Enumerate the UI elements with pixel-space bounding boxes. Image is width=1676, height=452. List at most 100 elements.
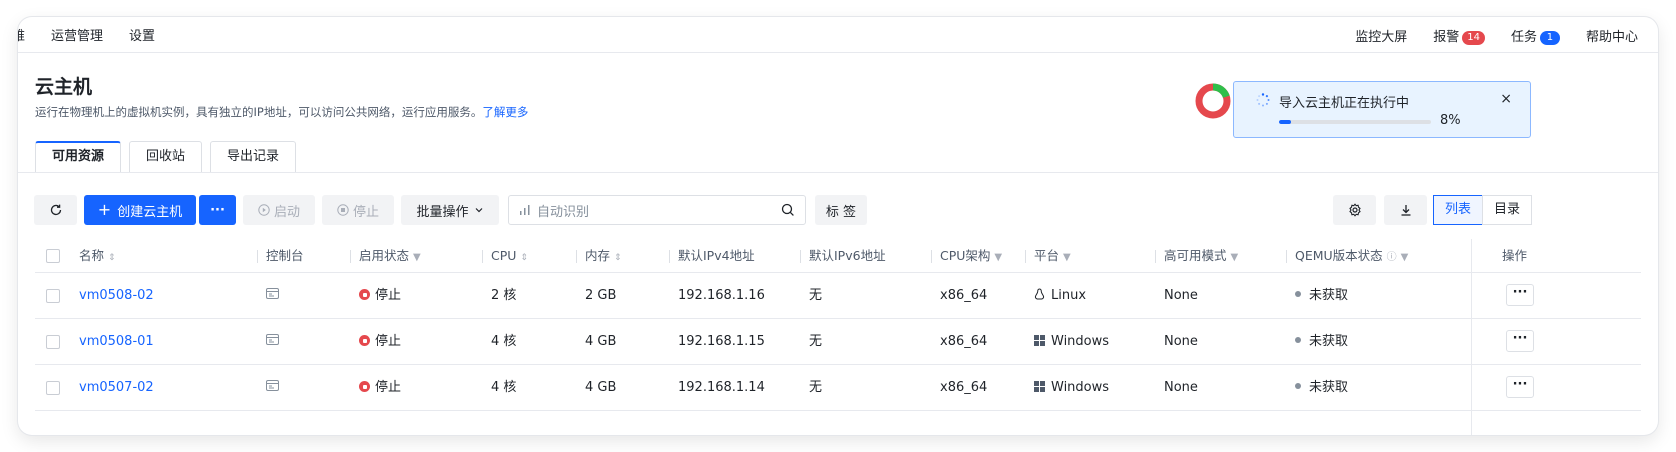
batch-operations-dropdown[interactable]: 批量操作	[401, 195, 499, 225]
progress-percent: 8%	[1440, 113, 1461, 128]
table-row[interactable]: vm0508-01 停止 4 核 4 GB 192.168.1.15 无 x86…	[35, 319, 1641, 365]
page-description: 运行在物理机上的虚拟机实例，具有独立的IP地址，可以访问公共网络，运行应用服务。…	[35, 104, 528, 120]
search-input[interactable]: 自动识别	[508, 195, 806, 225]
column-header-actions: 操作	[1502, 248, 1528, 263]
stop-button[interactable]: 停止	[322, 195, 394, 225]
search-placeholder: 自动识别	[537, 204, 590, 220]
batch-operations-label: 批量操作	[416, 204, 469, 220]
column-header-qemu-status[interactable]: QEMU版本状态 ⓘ ▼	[1286, 239, 1409, 273]
column-header-cpu[interactable]: CPU ⇕	[482, 239, 528, 273]
arch-cell: x86_64	[940, 334, 988, 349]
column-separator	[482, 250, 483, 263]
row-more-button[interactable]: ···	[1506, 330, 1534, 352]
alarm-link[interactable]: 报警 14	[1433, 26, 1485, 45]
tag-button[interactable]: 标 签	[815, 195, 867, 225]
select-all-checkbox[interactable]	[46, 249, 60, 263]
vm-name-link[interactable]: vm0508-02	[79, 273, 154, 319]
start-button[interactable]: 启动	[243, 195, 315, 225]
settings-button[interactable]	[1333, 195, 1376, 225]
task-count-badge: 1	[1539, 30, 1560, 45]
qemu-cell: 未获取	[1295, 319, 1348, 365]
create-vm-button[interactable]: + 创建云主机	[84, 195, 196, 225]
tab-available-resources[interactable]: 可用资源	[35, 141, 122, 173]
sort-icon[interactable]: ⇕	[108, 253, 116, 263]
tab-divider	[18, 172, 1658, 173]
column-header-console: 控制台	[257, 239, 304, 273]
column-separator	[576, 250, 577, 263]
table-row[interactable]: vm0508-02 停止 2 核 2 GB 192.168.1.16 无 x86…	[35, 273, 1641, 319]
terminal-icon	[266, 288, 279, 299]
row-more-button[interactable]: ···	[1506, 284, 1534, 306]
status-cell: 停止	[359, 319, 401, 365]
column-header-cpu-arch[interactable]: CPU架构 ▼	[931, 239, 1002, 273]
terminal-icon	[266, 334, 279, 345]
play-circle-icon	[258, 204, 270, 216]
row-checkbox[interactable]	[46, 289, 60, 303]
start-label: 启动	[273, 204, 300, 220]
column-separator	[350, 250, 351, 263]
close-icon[interactable]: ×	[1500, 91, 1512, 107]
vm-name-link[interactable]: vm0508-01	[79, 319, 154, 365]
info-icon[interactable]: ⓘ	[1387, 252, 1397, 263]
column-header-ha-mode[interactable]: 高可用模式 ▼	[1155, 239, 1239, 273]
tab-recycle-bin[interactable]: 回收站	[129, 141, 203, 173]
nav-item-operations-management[interactable]: 运营管理	[51, 25, 103, 44]
tab-export-records[interactable]: 导出记录	[210, 141, 297, 173]
console-icon[interactable]	[266, 319, 279, 365]
plus-icon: +	[97, 200, 112, 219]
view-directory-button[interactable]: 目录	[1482, 195, 1533, 225]
create-more-button[interactable]: ···	[199, 195, 236, 225]
ipv6-cell: 无	[809, 380, 823, 395]
console-icon[interactable]	[266, 365, 279, 411]
nav-item-ops[interactable]: 维	[18, 25, 25, 44]
learn-more-link[interactable]: 了解更多	[482, 105, 528, 119]
stop-status-icon	[359, 335, 370, 346]
column-label: 名称	[79, 248, 105, 263]
ha-cell: None	[1164, 288, 1198, 303]
task-progress-donut-icon[interactable]	[1194, 82, 1232, 120]
task-link[interactable]: 任务 1	[1511, 26, 1560, 45]
column-label: 内存	[585, 248, 611, 263]
view-list-button[interactable]: 列表	[1433, 195, 1484, 225]
filter-icon[interactable]: ▼	[1063, 252, 1071, 263]
row-more-button[interactable]: ···	[1506, 376, 1534, 398]
search-icon[interactable]	[781, 203, 795, 217]
stop-circle-icon	[337, 204, 349, 216]
status-dot	[1295, 383, 1301, 389]
progress-bar	[1279, 120, 1431, 124]
table-row[interactable]: vm0507-02 停止 4 核 4 GB 192.168.1.14 无 x86…	[35, 365, 1641, 411]
column-header-memory[interactable]: 内存 ⇕	[576, 239, 622, 273]
sort-icon[interactable]: ⇕	[520, 253, 528, 263]
column-header-platform[interactable]: 平台 ▼	[1025, 239, 1071, 273]
monitor-screen-link[interactable]: 监控大屏	[1355, 26, 1407, 45]
row-checkbox[interactable]	[46, 381, 60, 395]
filter-icon[interactable]: ▼	[994, 252, 1002, 263]
console-icon[interactable]	[266, 273, 279, 319]
filter-icon[interactable]: ▼	[413, 252, 421, 263]
refresh-button[interactable]	[34, 195, 77, 225]
column-label: QEMU版本状态	[1295, 248, 1383, 263]
column-label: 默认IPv4地址	[678, 248, 755, 263]
column-header-name[interactable]: 名称 ⇕	[79, 239, 116, 273]
column-separator	[669, 250, 670, 263]
column-label: 默认IPv6地址	[809, 248, 886, 263]
terminal-icon	[266, 380, 279, 391]
gear-icon	[1348, 203, 1361, 217]
cpu-cell: 4 核	[491, 334, 517, 349]
column-label: 启用状态	[359, 248, 410, 263]
column-header-status[interactable]: 启用状态 ▼	[350, 239, 421, 273]
vm-name-link[interactable]: vm0507-02	[79, 365, 154, 411]
nav-item-settings[interactable]: 设置	[129, 25, 155, 44]
row-checkbox[interactable]	[46, 335, 60, 349]
resource-tabs: 可用资源 回收站 导出记录	[35, 141, 297, 173]
sort-icon[interactable]: ⇕	[614, 253, 622, 263]
help-center-link[interactable]: 帮助中心	[1586, 26, 1638, 45]
filter-icon[interactable]: ▼	[1231, 252, 1239, 263]
status-dot	[1295, 291, 1301, 297]
qemu-text: 未获取	[1309, 380, 1349, 395]
download-button[interactable]	[1384, 195, 1427, 225]
status-cell: 停止	[359, 365, 401, 411]
qemu-text: 未获取	[1309, 288, 1349, 303]
cpu-cell: 2 核	[491, 288, 517, 303]
filter-icon[interactable]: ▼	[1401, 252, 1409, 263]
